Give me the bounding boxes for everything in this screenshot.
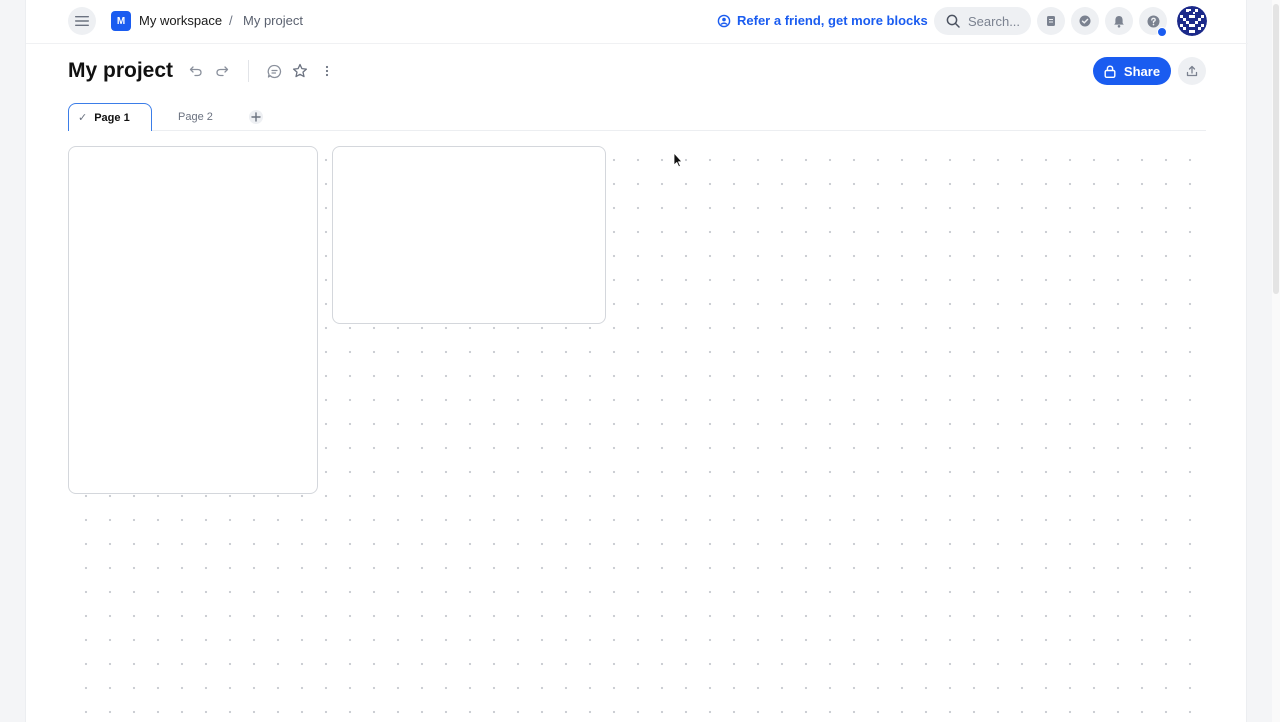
more-vertical-icon bbox=[325, 65, 329, 77]
mouse-cursor-icon bbox=[673, 152, 683, 168]
tasks-button[interactable] bbox=[1071, 7, 1099, 35]
checkmark-icon: ✓ bbox=[78, 112, 88, 124]
check-circle-icon bbox=[1079, 15, 1091, 27]
frame-landscape[interactable] bbox=[332, 146, 606, 324]
lock-icon bbox=[1104, 64, 1116, 78]
app-window: M My workspace / My project Refer a frie… bbox=[25, 0, 1248, 722]
top-bar: M My workspace / My project Refer a frie… bbox=[26, 0, 1248, 44]
upload-icon bbox=[1186, 65, 1198, 77]
favorite-button[interactable] bbox=[290, 61, 310, 81]
refer-friend-label: Refer a friend, get more blocks bbox=[737, 13, 928, 28]
scrollbar-thumb[interactable] bbox=[1273, 4, 1279, 294]
notifications-button[interactable] bbox=[1105, 7, 1133, 35]
tab-page-2[interactable]: Page 2 bbox=[178, 111, 213, 123]
scrollbar[interactable] bbox=[1272, 0, 1280, 722]
frame-portrait[interactable] bbox=[68, 146, 318, 494]
comment-icon bbox=[267, 64, 281, 78]
redo-icon bbox=[216, 66, 229, 77]
search-input[interactable] bbox=[968, 13, 1028, 29]
breadcrumb-separator: / bbox=[229, 13, 233, 28]
notification-indicator bbox=[1157, 27, 1167, 37]
undo-button[interactable] bbox=[186, 61, 206, 81]
tabs-divider bbox=[68, 130, 1206, 131]
bell-icon bbox=[1114, 15, 1124, 28]
tab-page-1[interactable]: ✓ Page 1 bbox=[68, 103, 152, 131]
undo-icon bbox=[189, 66, 202, 77]
whiteboard-canvas[interactable] bbox=[68, 138, 1206, 722]
document-icon bbox=[1047, 16, 1055, 26]
breadcrumb-workspace[interactable]: My workspace bbox=[139, 13, 222, 28]
document-button[interactable] bbox=[1037, 7, 1065, 35]
help-icon bbox=[1147, 15, 1159, 27]
plus-icon bbox=[249, 110, 263, 124]
hamburger-icon bbox=[75, 16, 89, 26]
menu-button[interactable] bbox=[68, 7, 96, 35]
share-button[interactable]: Share bbox=[1093, 57, 1171, 85]
comment-button[interactable] bbox=[264, 61, 284, 81]
search-box[interactable] bbox=[934, 7, 1031, 35]
export-button[interactable] bbox=[1178, 57, 1206, 85]
redo-button[interactable] bbox=[212, 61, 232, 81]
refer-friend-link[interactable]: Refer a friend, get more blocks bbox=[717, 13, 928, 28]
workspace-badge[interactable]: M bbox=[111, 11, 131, 31]
more-options-button[interactable] bbox=[317, 61, 337, 81]
breadcrumb-project[interactable]: My project bbox=[243, 13, 303, 28]
avatar-pattern-icon bbox=[1177, 6, 1207, 36]
tab-label: Page 1 bbox=[94, 111, 130, 124]
toolbar-divider bbox=[248, 60, 249, 82]
add-page-button[interactable] bbox=[246, 107, 266, 127]
search-icon bbox=[946, 14, 960, 28]
star-icon bbox=[292, 63, 308, 78]
share-label: Share bbox=[1123, 63, 1161, 79]
page-title[interactable]: My project bbox=[68, 59, 173, 83]
avatar[interactable] bbox=[1177, 6, 1207, 36]
refer-friend-icon bbox=[717, 14, 731, 27]
